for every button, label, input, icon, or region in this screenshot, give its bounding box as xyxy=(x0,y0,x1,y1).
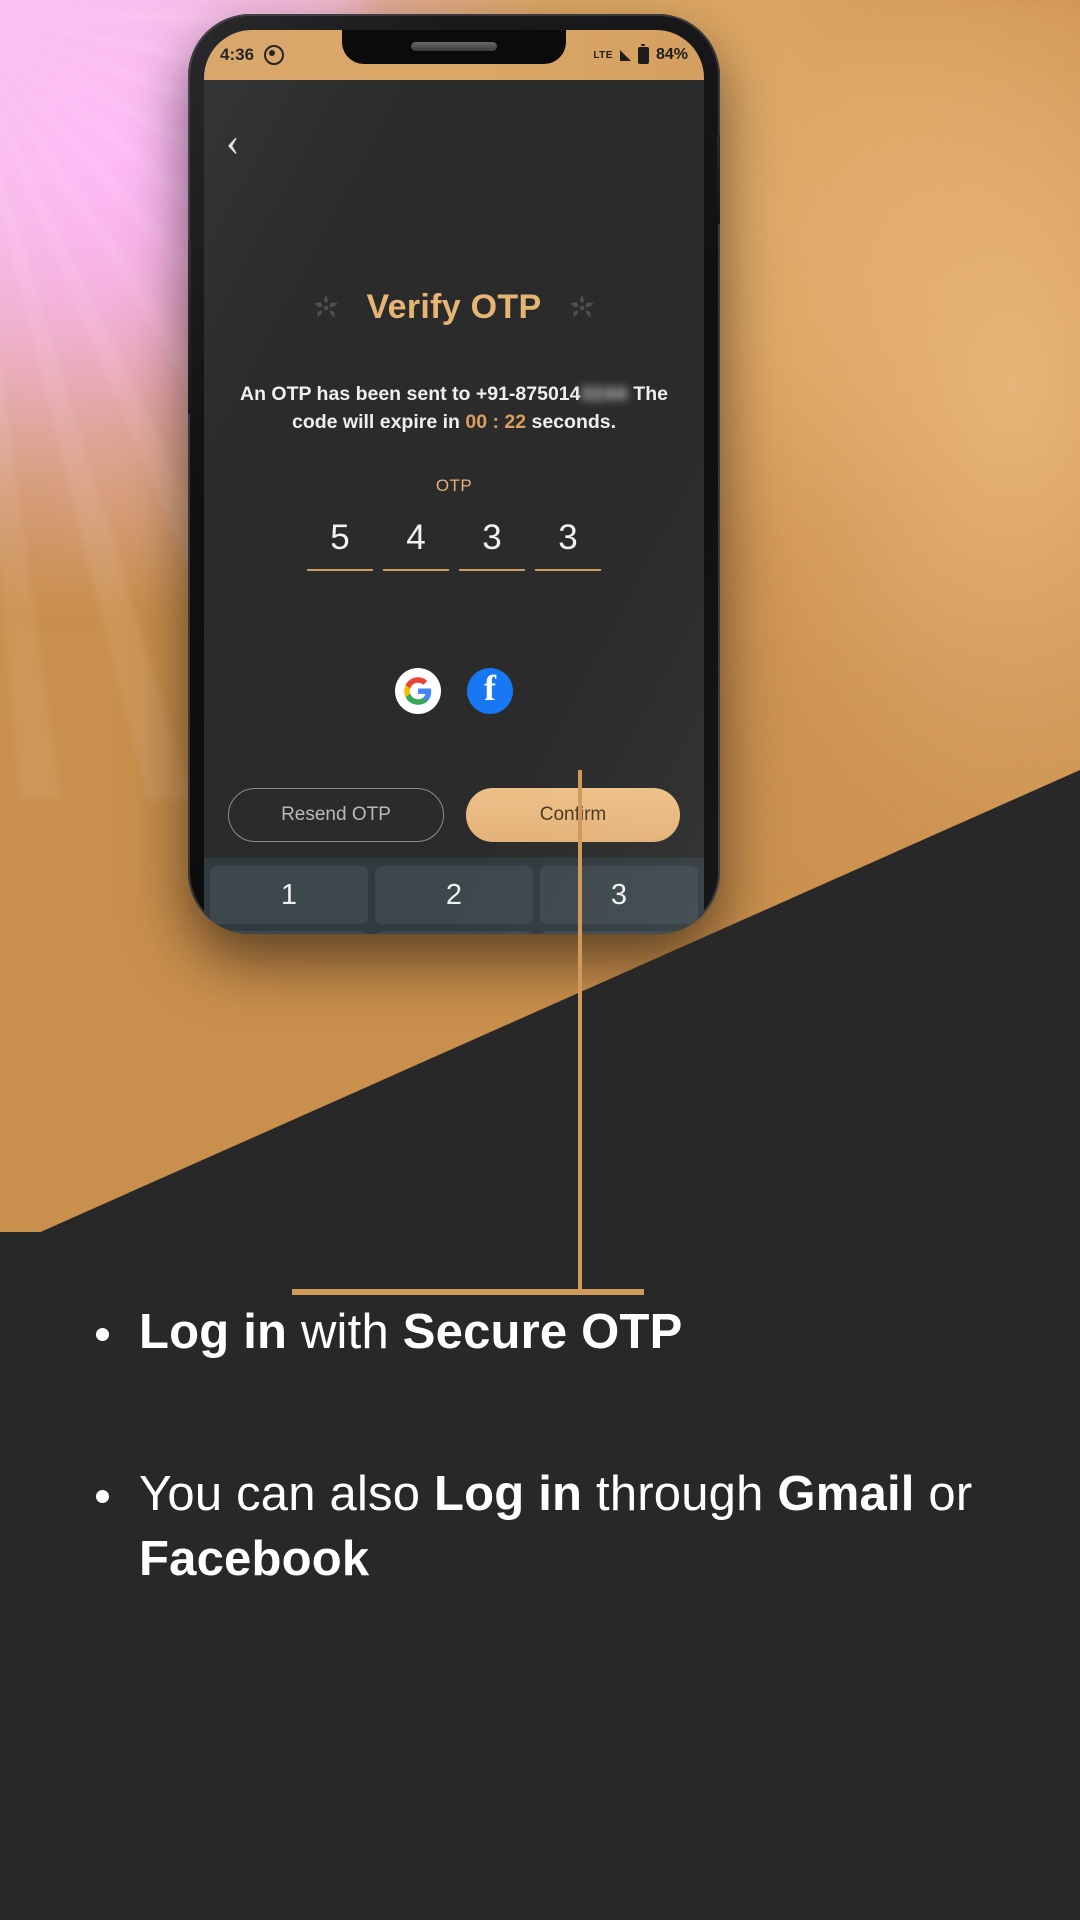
otp-message-suffix: seconds. xyxy=(526,411,617,434)
otp-message-masked-number: 3244 xyxy=(580,383,628,405)
bullet-text-part: You can also xyxy=(139,1466,435,1521)
keypad-row: 4 5 6 xyxy=(210,931,698,934)
page-title: Verify OTP xyxy=(366,288,542,326)
phone-power-button xyxy=(717,134,720,224)
app-content: ‹ Verify OTP An OTP has been sent to +91… xyxy=(204,80,704,934)
action-button-row: Resend OTP Confirm xyxy=(228,788,680,842)
network-label: LTE xyxy=(593,49,613,61)
bullet-text-part: or xyxy=(914,1466,973,1521)
google-login-button[interactable] xyxy=(395,668,441,714)
bullet-text-part: Facebook xyxy=(139,1532,370,1587)
bullet-text-part: Log in xyxy=(139,1305,288,1359)
otp-message-prefix: An OTP has been sent to +91-875014 xyxy=(240,383,581,405)
keypad-key-1[interactable]: 1 xyxy=(210,866,368,924)
otp-field-label: OTP xyxy=(435,476,473,495)
bullet-dot-icon xyxy=(96,1489,109,1503)
otp-input-2[interactable]: 4 xyxy=(383,520,449,571)
status-bar-right: LTE 84% xyxy=(593,44,688,64)
keypad-key-4[interactable]: 4 xyxy=(210,931,368,934)
status-time: 4:36 xyxy=(220,45,255,64)
bullet-text-part: with xyxy=(287,1305,403,1359)
otp-digit-value: 3 xyxy=(482,518,502,557)
numeric-keypad: 1 2 3 4 5 6 xyxy=(204,858,704,934)
otp-input-4[interactable]: 3 xyxy=(535,520,601,571)
keypad-key-6[interactable]: 6 xyxy=(540,931,698,934)
list-item: Log in with Secure OTP xyxy=(96,1300,984,1366)
record-icon xyxy=(264,45,285,65)
resend-otp-button[interactable]: Resend OTP xyxy=(228,788,444,842)
social-login-row: f xyxy=(204,668,704,714)
chevron-left-icon[interactable]: ‹ xyxy=(226,122,239,162)
bullet-text-part: Secure OTP xyxy=(402,1305,683,1359)
bullet-text-part: Log in xyxy=(434,1466,583,1521)
phone-earpiece-speaker xyxy=(411,42,497,51)
list-item: You can also Log in through Gmail or Fac… xyxy=(96,1462,984,1593)
otp-expiry-timer: 00 : 22 xyxy=(465,411,527,434)
status-bar-left: 4:36 xyxy=(220,45,285,65)
confirm-button[interactable]: Confirm xyxy=(466,788,680,842)
otp-underline xyxy=(459,569,525,571)
feature-bullet-list: Log in with Secure OTP You can also Log … xyxy=(0,1300,1080,1593)
otp-underline xyxy=(307,569,373,571)
phone-mockup: 4:36 LTE 84% ‹ Verify OTP An OTP has bee… xyxy=(188,14,720,934)
otp-digit-value: 3 xyxy=(558,518,578,557)
keypad-key-3[interactable]: 3 xyxy=(540,866,698,924)
battery-percent: 84% xyxy=(655,46,688,63)
signal-icon xyxy=(619,49,631,61)
flower-ornament-icon xyxy=(570,294,595,318)
flower-ornament-icon xyxy=(313,294,338,318)
battery-icon xyxy=(637,44,649,64)
bullet-dot-icon xyxy=(96,1328,109,1341)
keypad-row: 1 2 3 xyxy=(210,866,698,924)
otp-input-1[interactable]: 5 xyxy=(307,520,373,571)
otp-underline xyxy=(383,569,449,571)
otp-input-3[interactable]: 3 xyxy=(459,520,525,571)
google-icon xyxy=(404,677,432,705)
keypad-key-2[interactable]: 2 xyxy=(375,866,533,924)
otp-input-group: 5 4 3 3 xyxy=(204,520,704,571)
otp-digit-value: 4 xyxy=(406,518,426,557)
bullet-text-part: Gmail xyxy=(777,1466,915,1521)
phone-volume-button xyxy=(188,239,191,414)
facebook-login-button[interactable]: f xyxy=(467,668,513,714)
phone-screen: 4:36 LTE 84% ‹ Verify OTP An OTP has bee… xyxy=(204,30,704,934)
bullet-text-part: through xyxy=(582,1466,778,1521)
bullet-text: You can also Log in through Gmail or Fac… xyxy=(139,1462,984,1593)
otp-underline xyxy=(535,569,601,571)
page-title-row: Verify OTP xyxy=(204,288,704,327)
otp-sent-message: An OTP has been sent to +91-8750143244 T… xyxy=(238,380,670,437)
keypad-key-5[interactable]: 5 xyxy=(375,931,533,934)
otp-digit-value: 5 xyxy=(330,518,350,557)
bullet-text: Log in with Secure OTP xyxy=(139,1300,683,1366)
facebook-icon: f xyxy=(484,668,496,708)
